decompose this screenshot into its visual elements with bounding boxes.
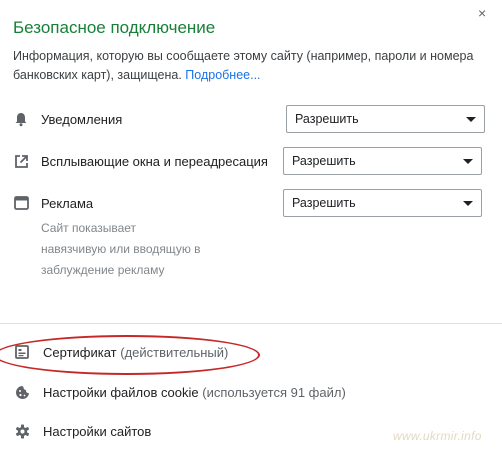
cookie-icon bbox=[14, 384, 30, 400]
ads-label: Реклама bbox=[41, 196, 94, 211]
certificate-link[interactable]: Сертификат (действительный) bbox=[43, 345, 228, 360]
popups-redirects-label: Всплывающие окна и переадресация bbox=[41, 154, 268, 169]
secure-connection-title: Безопасное подключение bbox=[13, 18, 216, 37]
certificate-label: Сертификат bbox=[43, 345, 117, 360]
ads-description: Сайт показывает навязчивую или вводящую … bbox=[41, 221, 201, 277]
chevron-down-icon bbox=[463, 159, 473, 164]
ads-window-icon bbox=[13, 195, 29, 211]
notifications-select-value: Разрешить bbox=[295, 112, 359, 126]
cookie-settings-link[interactable]: Настройки файлов cookie (используется 91… bbox=[43, 385, 346, 400]
chevron-down-icon bbox=[466, 117, 476, 122]
popup-redirect-icon bbox=[13, 153, 29, 169]
site-info-popup: × Безопасное подключение Информация, кот… bbox=[0, 0, 502, 458]
bell-icon bbox=[13, 111, 29, 127]
cookie-count: (используется 91 файл) bbox=[202, 385, 346, 400]
learn-more-link[interactable]: Подробнее... bbox=[185, 68, 260, 82]
chevron-down-icon bbox=[463, 201, 473, 206]
divider bbox=[0, 323, 502, 324]
gear-icon bbox=[14, 423, 30, 439]
notifications-select[interactable]: Разрешить bbox=[286, 105, 485, 133]
certificate-status: (действительный) bbox=[120, 345, 229, 360]
site-settings-link[interactable]: Настройки сайтов bbox=[43, 424, 151, 439]
close-icon[interactable]: × bbox=[478, 6, 486, 20]
certificate-icon bbox=[14, 344, 30, 360]
ads-select-value: Разрешить bbox=[292, 196, 356, 210]
popups-select[interactable]: Разрешить bbox=[283, 147, 482, 175]
ads-select[interactable]: Разрешить bbox=[283, 189, 482, 217]
cookie-settings-label: Настройки файлов cookie bbox=[43, 385, 199, 400]
watermark: www.ukrmir.info bbox=[393, 429, 482, 443]
popups-select-value: Разрешить bbox=[292, 154, 356, 168]
notifications-label: Уведомления bbox=[41, 112, 123, 127]
security-description: Информация, которую вы сообщаете этому с… bbox=[13, 47, 483, 85]
